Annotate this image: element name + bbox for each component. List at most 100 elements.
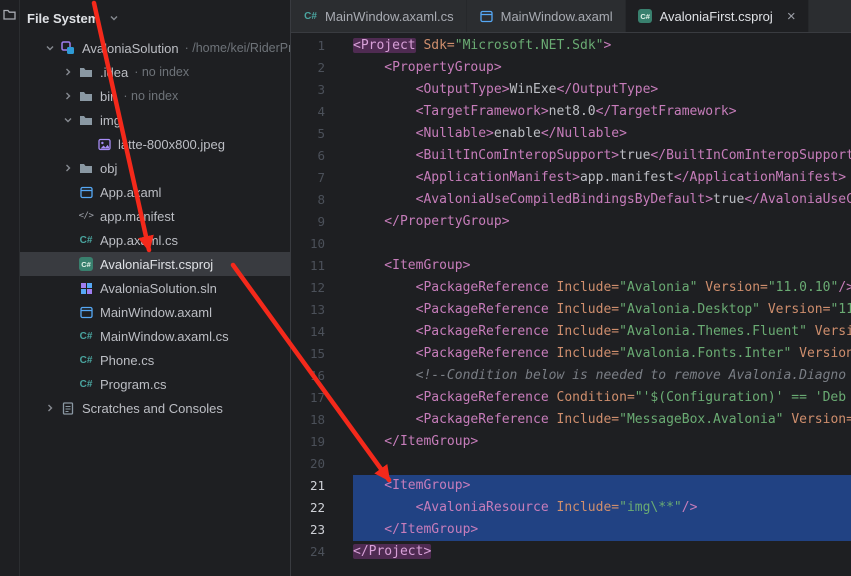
- line-number[interactable]: 4: [291, 101, 325, 123]
- code-line-16[interactable]: 16 <!--Condition below is needed to remo…: [291, 365, 851, 387]
- solution-icon: [58, 40, 78, 56]
- code-line-12[interactable]: 12 <PackageReference Include="Avalonia" …: [291, 277, 851, 299]
- tab-mainwindow-axaml[interactable]: MainWindow.axaml: [467, 0, 626, 32]
- code-line-23[interactable]: 23 </ItemGroup>: [291, 519, 851, 541]
- tree-item-scratches-and-consoles[interactable]: Scratches and Consoles: [20, 396, 290, 420]
- code-line-5[interactable]: 5 <Nullable>enable</Nullable>: [291, 123, 851, 145]
- csproj-icon: C#: [76, 256, 96, 272]
- code-line-20[interactable]: 20: [291, 453, 851, 475]
- line-number[interactable]: 5: [291, 123, 325, 145]
- line-text: <TargetFramework>net8.0</TargetFramework…: [353, 101, 851, 123]
- line-number[interactable]: 6: [291, 145, 325, 167]
- line-text: </ItemGroup>: [353, 431, 851, 453]
- line-number[interactable]: 13: [291, 299, 325, 321]
- tree-item-avaloniafirst-csproj[interactable]: C#AvaloniaFirst.csproj: [20, 252, 290, 276]
- line-number[interactable]: 24: [291, 541, 325, 563]
- code-token: </Project>: [353, 544, 431, 559]
- tool-window-stripe: [0, 0, 20, 576]
- tree-item-app-manifest[interactable]: </>app.manifest: [20, 204, 290, 228]
- tree-item-img[interactable]: img: [20, 108, 290, 132]
- code-line-3[interactable]: 3 <OutputType>WinExe</OutputType>: [291, 79, 851, 101]
- code-line-17[interactable]: 17 <PackageReference Condition="'$(Confi…: [291, 387, 851, 409]
- chevron-right-icon[interactable]: [60, 160, 76, 176]
- line-number[interactable]: 2: [291, 57, 325, 79]
- tree-item-mainwindow-axaml[interactable]: MainWindow.axaml: [20, 300, 290, 324]
- tree-item-mainwindow-axaml-cs[interactable]: C#MainWindow.axaml.cs: [20, 324, 290, 348]
- line-number[interactable]: 11: [291, 255, 325, 277]
- code-token: <Nullable>: [353, 126, 494, 141]
- line-number[interactable]: 14: [291, 321, 325, 343]
- line-number[interactable]: 22: [291, 497, 325, 519]
- close-tab-icon[interactable]: ×: [787, 9, 796, 24]
- tree-item-app-axaml[interactable]: App.axaml: [20, 180, 290, 204]
- code-line-14[interactable]: 14 <PackageReference Include="Avalonia.T…: [291, 321, 851, 343]
- line-number[interactable]: 20: [291, 453, 325, 475]
- code-line-6[interactable]: 6 <BuiltInComInteropSupport>true</BuiltI…: [291, 145, 851, 167]
- tree-item-program-cs[interactable]: C#Program.cs: [20, 372, 290, 396]
- tree-item-phone-cs[interactable]: C#Phone.cs: [20, 348, 290, 372]
- line-number[interactable]: 16: [291, 365, 325, 387]
- code-line-4[interactable]: 4 <TargetFramework>net8.0</TargetFramewo…: [291, 101, 851, 123]
- line-number[interactable]: 19: [291, 431, 325, 453]
- tree-item-obj[interactable]: obj: [20, 156, 290, 180]
- code-token: <ApplicationManifest>: [353, 170, 580, 185]
- code-line-9[interactable]: 9 </PropertyGroup>: [291, 211, 851, 233]
- chevron-right-icon[interactable]: [60, 64, 76, 80]
- tree-item-label: img: [100, 113, 121, 128]
- code-line-24[interactable]: 24 </Project>: [291, 541, 851, 563]
- code-token: <Project: [353, 38, 416, 53]
- line-number[interactable]: 1: [291, 35, 325, 57]
- tree-item-latte-800x800-jpeg[interactable]: latte-800x800.jpeg: [20, 132, 290, 156]
- line-number[interactable]: 10: [291, 233, 325, 255]
- tree-item-avaloniasolution-sln[interactable]: AvaloniaSolution.sln: [20, 276, 290, 300]
- code-line-21[interactable]: 21 <ItemGroup>: [291, 475, 851, 497]
- line-number[interactable]: 17: [291, 387, 325, 409]
- tree-item-idea[interactable]: .idea· no index: [20, 60, 290, 84]
- line-text: <ItemGroup>: [353, 255, 851, 277]
- code-token: true: [619, 148, 650, 163]
- code-line-8[interactable]: 8 <AvaloniaUseCompiledBindingsByDefault>…: [291, 189, 851, 211]
- line-number[interactable]: 18: [291, 409, 325, 431]
- code-line-22[interactable]: 22 <AvaloniaResource Include="img\**"/>: [291, 497, 851, 519]
- code-token: "img\**": [619, 500, 682, 515]
- tree-item-avaloniasolution[interactable]: AvaloniaSolution· /home/kei/RiderPr: [20, 36, 290, 60]
- code-token: Sdk=: [416, 38, 455, 53]
- line-text: <PropertyGroup>: [353, 57, 851, 79]
- line-number[interactable]: 7: [291, 167, 325, 189]
- tree-item-label: Scratches and Consoles: [82, 401, 223, 416]
- line-number[interactable]: 15: [291, 343, 325, 365]
- ide-window: File System AvaloniaSolution· /home/kei/…: [0, 0, 851, 576]
- image-icon: [94, 136, 114, 152]
- code-line-1[interactable]: 1 <Project Sdk="Microsoft.NET.Sdk">: [291, 35, 851, 57]
- line-number[interactable]: 3: [291, 79, 325, 101]
- tree-item-app-axaml-cs[interactable]: C#App.axaml.cs: [20, 228, 290, 252]
- chevron-spacer: [60, 376, 76, 392]
- code-line-19[interactable]: 19 </ItemGroup>: [291, 431, 851, 453]
- code-line-15[interactable]: 15 <PackageReference Include="Avalonia.F…: [291, 343, 851, 365]
- code-line-18[interactable]: 18 <PackageReference Include="MessageBox…: [291, 409, 851, 431]
- line-text: <Project Sdk="Microsoft.NET.Sdk">: [353, 35, 851, 57]
- tab-mainwindow-axaml-cs[interactable]: C#MainWindow.axaml.cs: [291, 0, 467, 32]
- tree-item-bin[interactable]: bin· no index: [20, 84, 290, 108]
- chevron-spacer: [60, 352, 76, 368]
- code-editor[interactable]: 1<Project Sdk="Microsoft.NET.Sdk">2 <Pro…: [291, 33, 851, 576]
- manifest-icon: </>: [76, 208, 96, 224]
- code-line-13[interactable]: 13 <PackageReference Include="Avalonia.D…: [291, 299, 851, 321]
- chevron-down-icon[interactable]: [42, 40, 58, 56]
- code-line-10[interactable]: 10: [291, 233, 851, 255]
- line-number[interactable]: 8: [291, 189, 325, 211]
- line-number[interactable]: 21: [291, 475, 325, 497]
- code-line-11[interactable]: 11 <ItemGroup>: [291, 255, 851, 277]
- line-number[interactable]: 9: [291, 211, 325, 233]
- chevron-right-icon[interactable]: [42, 400, 58, 416]
- code-line-2[interactable]: 2 <PropertyGroup>: [291, 57, 851, 79]
- project-tool-window-icon[interactable]: [2, 6, 18, 22]
- chevron-right-icon[interactable]: [60, 88, 76, 104]
- chevron-down-icon[interactable]: [60, 112, 76, 128]
- line-number[interactable]: 12: [291, 277, 325, 299]
- tab-avaloniafirst-csproj[interactable]: C#AvaloniaFirst.csproj×: [626, 0, 809, 32]
- tree-item-label: .idea: [100, 65, 128, 80]
- code-line-7[interactable]: 7 <ApplicationManifest>app.manifest</App…: [291, 167, 851, 189]
- file-system-header[interactable]: File System: [20, 0, 290, 36]
- line-number[interactable]: 23: [291, 519, 325, 541]
